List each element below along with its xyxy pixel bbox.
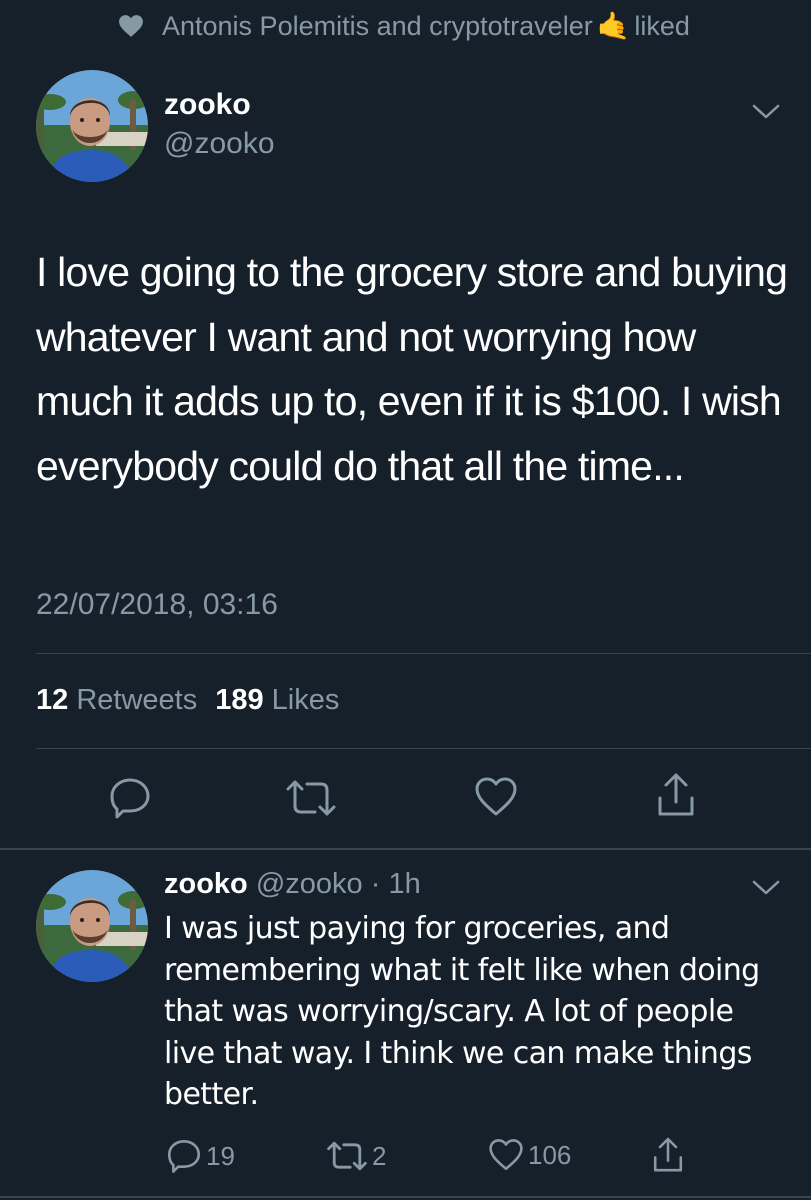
avatar-photo xyxy=(36,870,148,982)
share-button[interactable] xyxy=(656,772,696,818)
divider xyxy=(0,1196,811,1198)
likes-label: Likes xyxy=(271,684,340,716)
retweets-count: 12 xyxy=(36,684,69,716)
retweet-button[interactable] xyxy=(285,778,337,818)
tweet-text: I love going to the grocery store and bu… xyxy=(36,249,788,489)
author-handle[interactable]: @zooko xyxy=(164,127,275,161)
like-count: 106 xyxy=(528,1139,572,1170)
chevron-down-icon[interactable] xyxy=(752,104,780,120)
share-icon xyxy=(658,773,694,816)
shaka-emoji: 🤙 xyxy=(596,11,631,41)
social-context[interactable]: Antonis Polemitis and cryptotraveler 🤙 l… xyxy=(118,10,690,42)
like-icon xyxy=(475,777,517,816)
reply-handle-time: @zooko · 1h xyxy=(255,868,421,900)
reply-author-name: zooko xyxy=(164,868,248,900)
reply-retweet-button[interactable]: 2 xyxy=(326,1140,386,1172)
context-action: liked xyxy=(634,10,690,41)
reply-like-button[interactable]: 106 xyxy=(488,1138,571,1172)
reply-header[interactable]: zooko @zooko · 1h xyxy=(164,868,421,901)
tweet-timestamp[interactable]: 22/07/2018, 03:16 xyxy=(36,588,278,622)
reply-text: I was just paying for groceries, and rem… xyxy=(164,911,760,1112)
retweet-count: 2 xyxy=(372,1140,387,1171)
reply-reply-button[interactable]: 19 xyxy=(166,1138,235,1174)
reply-icon xyxy=(110,778,150,819)
like-icon xyxy=(489,1139,523,1171)
reply-share-button[interactable] xyxy=(652,1136,688,1174)
divider xyxy=(0,848,811,850)
reply-count: 19 xyxy=(206,1140,235,1171)
author-name[interactable]: zooko xyxy=(164,88,251,122)
retweet-icon xyxy=(286,780,336,816)
chevron-down-icon[interactable] xyxy=(752,880,780,896)
tweet-stats: 12 Retweets 189 Likes xyxy=(36,684,339,717)
context-names: Antonis Polemitis and cryptotraveler xyxy=(162,10,593,41)
retweets-label: Retweets xyxy=(76,684,198,716)
retweet-icon xyxy=(327,1141,367,1171)
retweets-stat[interactable]: 12 Retweets xyxy=(36,684,197,716)
reply-button[interactable] xyxy=(108,776,152,820)
like-button[interactable] xyxy=(474,776,518,818)
reply-avatar[interactable] xyxy=(36,870,148,982)
share-icon xyxy=(653,1137,683,1172)
reply-icon xyxy=(167,1139,201,1173)
avatar-photo xyxy=(36,70,148,182)
divider xyxy=(36,653,811,654)
likes-count: 189 xyxy=(215,684,264,716)
heart-icon xyxy=(119,15,143,37)
avatar[interactable] xyxy=(36,70,148,182)
likes-stat[interactable]: 189 Likes xyxy=(215,684,339,716)
divider xyxy=(36,748,811,749)
